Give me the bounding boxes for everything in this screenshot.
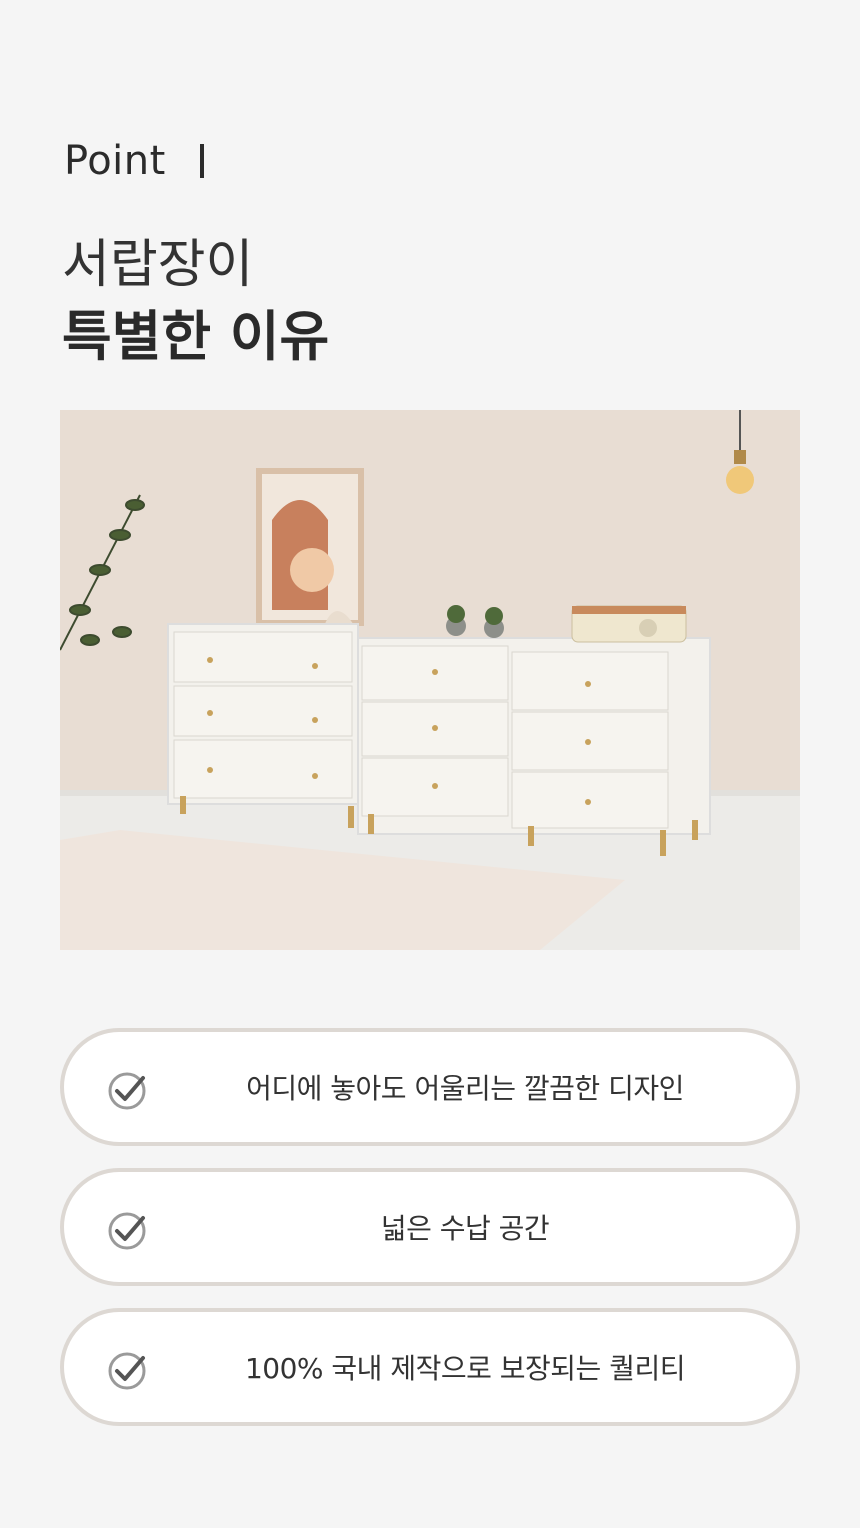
- product-photo: [60, 410, 800, 950]
- headline-line-1: 서랍장이: [62, 235, 254, 295]
- point-heading: Point: [64, 138, 204, 184]
- feature-item-storage: 넓은 수납 공간: [60, 1168, 800, 1286]
- point-text: Point: [64, 138, 166, 184]
- feature-text: 100% 국내 제작으로 보장되는 퀄리티: [244, 1352, 686, 1385]
- feature-text: 어디에 놓아도 어울리는 깔끔한 디자인: [246, 1072, 684, 1105]
- headline-line-2: 특별한 이유: [62, 305, 330, 368]
- check-circle-icon: [108, 1212, 146, 1250]
- feature-item-quality: 100% 국내 제작으로 보장되는 퀄리티: [60, 1308, 800, 1426]
- feature-text: 넓은 수납 공간: [380, 1212, 550, 1245]
- check-circle-icon: [108, 1352, 146, 1390]
- point-divider-bar: [199, 144, 204, 178]
- check-circle-icon: [108, 1072, 146, 1110]
- feature-item-design: 어디에 놓아도 어울리는 깔끔한 디자인: [60, 1028, 800, 1146]
